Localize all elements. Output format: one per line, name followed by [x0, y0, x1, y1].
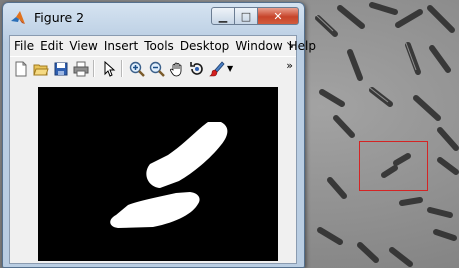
menu-tools[interactable]: Tools — [141, 39, 177, 53]
zoom-in-button[interactable] — [127, 59, 146, 78]
window-title: Figure 2 — [34, 10, 85, 25]
new-document-icon — [15, 61, 26, 76]
save-button[interactable] — [51, 59, 70, 78]
zoom-in-icon — [129, 61, 145, 77]
menu-view[interactable]: View — [66, 39, 100, 53]
maximize-button[interactable]: □ — [234, 7, 258, 25]
pan-hand-icon — [169, 62, 181, 76]
dropdown-arrow-icon[interactable]: ▼ — [227, 64, 233, 73]
rotate-3d-icon — [189, 61, 203, 75]
menu-file[interactable]: File — [10, 39, 37, 53]
minimize-button[interactable]: ▁ — [211, 7, 235, 25]
menu-bar: File Edit View Insert Tools Desktop Wind… — [10, 36, 316, 56]
close-icon: ✕ — [273, 9, 283, 23]
figure-client: File Edit View Insert Tools Desktop Wind… — [9, 35, 316, 264]
menu-desktop[interactable]: Desktop — [177, 39, 233, 53]
data-brush-button[interactable] — [207, 59, 226, 78]
zoom-out-icon — [149, 61, 165, 77]
figure-window: Figure 2 ▁ □ ✕ File Edit View Insert Too… — [2, 2, 316, 268]
save-disk-icon — [54, 62, 67, 75]
rotate-3d-button[interactable] — [187, 59, 206, 78]
menu-edit[interactable]: Edit — [37, 39, 66, 53]
open-file-button[interactable] — [31, 59, 50, 78]
toolbar-separator — [121, 60, 123, 77]
folder-open-icon — [32, 64, 49, 75]
print-button[interactable] — [71, 59, 90, 78]
arrow-pointer-icon — [104, 60, 115, 77]
toolbar-overflow-icon[interactable]: » — [286, 59, 293, 72]
edit-plot-button[interactable] — [99, 59, 118, 78]
maximize-icon: □ — [240, 9, 252, 23]
figure-canvas — [10, 80, 296, 263]
printer-icon — [73, 61, 88, 76]
pan-button[interactable] — [167, 59, 186, 78]
new-figure-button[interactable] — [11, 59, 30, 78]
zoom-out-button[interactable] — [147, 59, 166, 78]
binary-mask-image — [38, 87, 278, 261]
matlab-icon — [11, 11, 25, 24]
brush-icon — [208, 60, 225, 76]
toolbar-separator — [93, 60, 95, 77]
mask-image-svg — [38, 87, 278, 261]
title-bar[interactable]: Figure 2 ▁ □ ✕ — [3, 3, 304, 33]
menu-insert[interactable]: Insert — [101, 39, 141, 53]
menu-overflow-icon[interactable]: ↘ — [286, 40, 294, 51]
roi-rectangle — [359, 141, 428, 191]
minimize-icon: ▁ — [218, 9, 228, 23]
close-button[interactable]: ✕ — [257, 7, 299, 25]
menu-window[interactable]: Window — [232, 39, 285, 53]
figure-toolbar: ▼ » — [10, 56, 296, 81]
